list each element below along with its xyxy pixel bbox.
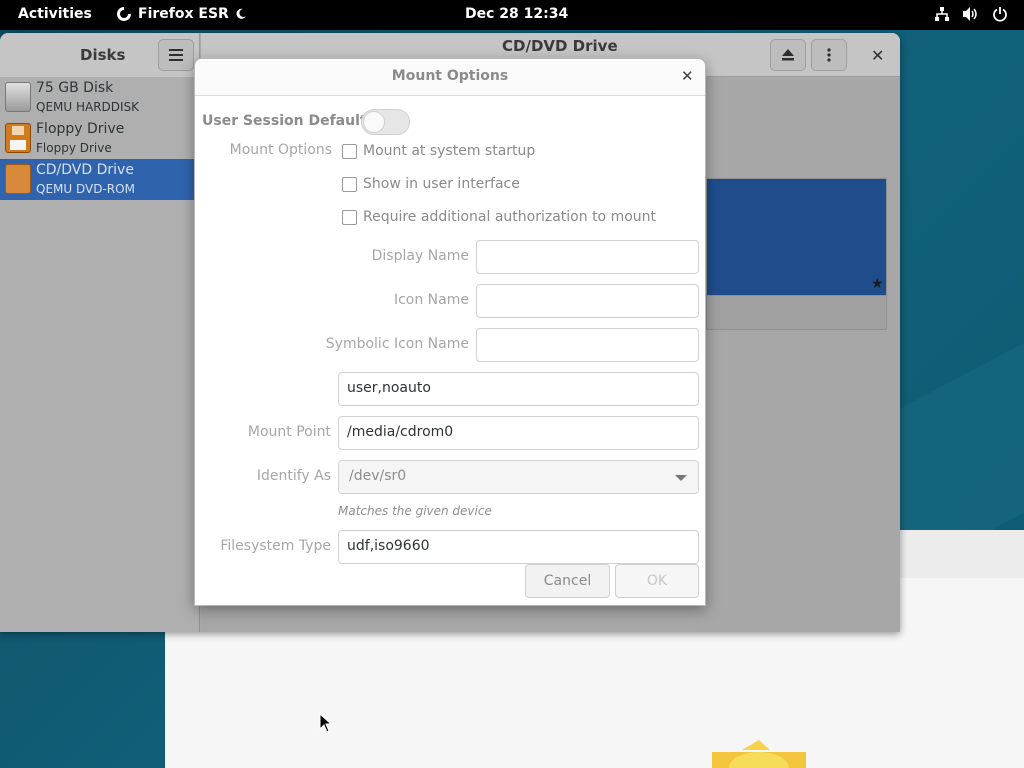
- mount-options-dialog: Mount Options ✕ User Session Defaults Mo…: [194, 58, 706, 606]
- icon-name-label: Icon Name: [393, 292, 469, 308]
- background-window-header: [895, 530, 1024, 578]
- ok-button[interactable]: OK: [615, 564, 699, 598]
- mount-at-startup-checkbox[interactable]: Mount at system startup: [342, 143, 535, 159]
- identify-as-label: Identify As: [256, 468, 331, 484]
- disk-name: CD/DVD Drive: [36, 162, 134, 178]
- disk-list: 75 GB Disk QEMU HARDDISK Floppy Drive Fl…: [0, 77, 200, 632]
- star-icon: ★: [871, 276, 884, 292]
- filesystem-type-label: Filesystem Type: [220, 538, 331, 554]
- disk-model: QEMU DVD-ROM: [36, 182, 135, 196]
- optical-drive-icon: [5, 164, 31, 194]
- mouse-cursor-icon: [319, 713, 333, 733]
- disk-model: Floppy Drive: [36, 141, 112, 155]
- power-icon: [993, 7, 1007, 22]
- show-in-ui-checkbox[interactable]: Show in user interface: [342, 176, 520, 192]
- dialog-title: Mount Options: [391, 68, 509, 84]
- drive-title: CD/DVD Drive: [502, 37, 618, 55]
- identify-as-select[interactable]: /dev/sr0: [338, 460, 699, 494]
- mount-point-label: Mount Point: [247, 424, 331, 440]
- mount-options-label: Mount Options: [229, 142, 332, 158]
- volume-icon: [963, 7, 977, 21]
- activities-button[interactable]: Activities: [18, 6, 92, 22]
- checkbox-label: Mount at system startup: [363, 143, 536, 159]
- disk-item-cddvd[interactable]: CD/DVD Drive QEMU DVD-ROM: [0, 159, 199, 200]
- main-menu-button[interactable]: [158, 39, 194, 71]
- moon-icon: [236, 8, 246, 19]
- cancel-button[interactable]: Cancel: [525, 564, 610, 598]
- floppy-icon: [5, 123, 31, 153]
- vertical-dots-icon: [827, 48, 831, 62]
- window-close-icon[interactable]: ✕: [871, 46, 884, 65]
- require-auth-checkbox[interactable]: Require additional authorization to moun…: [342, 209, 656, 225]
- dialog-header: Mount Options ✕: [195, 59, 705, 96]
- identify-hint: Matches the given device: [338, 504, 492, 518]
- dialog-close-icon[interactable]: ✕: [681, 67, 694, 85]
- harddisk-icon: [5, 82, 31, 112]
- system-tray[interactable]: [934, 6, 1008, 22]
- checkbox-box: [342, 176, 357, 192]
- disk-item-floppy[interactable]: Floppy Drive Floppy Drive: [0, 118, 199, 159]
- user-session-defaults-label: User Session Defaults: [202, 113, 375, 129]
- network-icon: [935, 7, 949, 21]
- disks-title: Disks: [80, 46, 126, 64]
- volume-partition-label: [706, 296, 887, 330]
- symbolic-icon-name-field[interactable]: [476, 328, 699, 362]
- disk-name: Floppy Drive: [36, 121, 125, 137]
- drive-menu-button[interactable]: [811, 39, 847, 71]
- eject-icon: [782, 49, 794, 61]
- hamburger-icon: [169, 49, 183, 61]
- disk-item-75gb[interactable]: 75 GB Disk QEMU HARDDISK: [0, 77, 199, 118]
- toggle-knob: [363, 111, 385, 133]
- display-name-label: Display Name: [371, 248, 469, 264]
- chevron-down-icon: [675, 475, 687, 481]
- app-name: Firefox ESR: [138, 6, 229, 22]
- identify-as-value: /dev/sr0: [349, 468, 407, 484]
- firefox-icon: [117, 7, 131, 21]
- checkbox-box: [342, 209, 357, 225]
- checkbox-label: Show in user interface: [363, 176, 520, 192]
- user-session-defaults-toggle[interactable]: [361, 109, 410, 135]
- display-name-field[interactable]: [476, 240, 699, 274]
- volume-partition-selected[interactable]: [706, 178, 887, 296]
- top-bar: Activities Firefox ESR Dec 28 12:34: [0, 0, 1024, 30]
- checkbox-box: [342, 143, 357, 159]
- disk-model: QEMU HARDDISK: [36, 100, 140, 114]
- checkbox-label: Require additional authorization to moun…: [363, 209, 657, 225]
- symbolic-icon-name-label: Symbolic Icon Name: [325, 336, 469, 352]
- sun-icon: [712, 740, 806, 768]
- icon-name-field[interactable]: [476, 284, 699, 318]
- mount-point-field[interactable]: /media/cdrom0: [338, 416, 699, 450]
- filesystem-type-field[interactable]: udf,iso9660: [338, 530, 699, 564]
- eject-button[interactable]: [770, 39, 806, 71]
- app-menu[interactable]: Firefox ESR: [116, 6, 247, 22]
- sidebar-header: Disks: [0, 33, 200, 77]
- clock[interactable]: Dec 28 12:34: [465, 6, 568, 22]
- mount-options-field[interactable]: user,noauto: [338, 372, 699, 406]
- disk-name: 75 GB Disk: [36, 80, 114, 96]
